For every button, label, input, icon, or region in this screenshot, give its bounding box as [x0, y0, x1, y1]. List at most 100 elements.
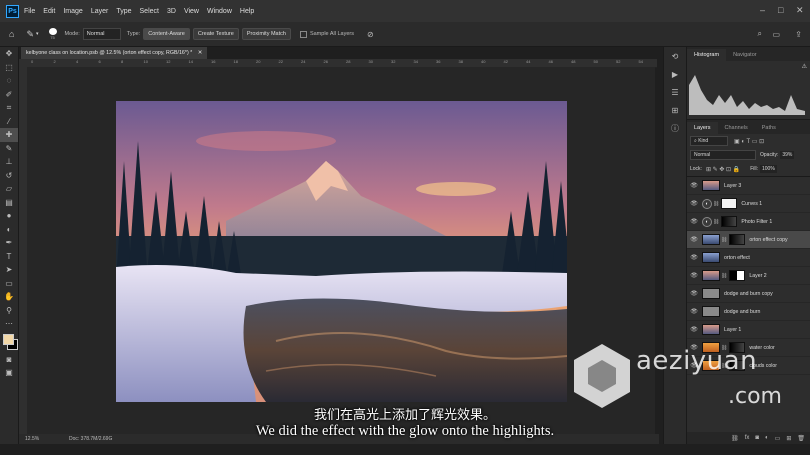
mask-link-icon[interactable]: ⛓	[713, 219, 719, 225]
histogram-warning-icon[interactable]: ⚠	[802, 63, 807, 70]
adjustment-layer-icon[interactable]: ◐	[702, 198, 712, 209]
workspace-icon[interactable]: ▭	[772, 30, 780, 39]
path-selection-tool-icon[interactable]: ➤	[0, 263, 18, 277]
blend-mode-select[interactable]: Normal	[690, 150, 756, 160]
tab-layers[interactable]: Layers	[687, 122, 718, 134]
layer-thumbnail[interactable]	[702, 324, 720, 335]
layer-thumbnail[interactable]	[702, 180, 720, 191]
type-tool-icon[interactable]: T	[0, 250, 18, 264]
menu-file[interactable]: File	[24, 8, 35, 15]
menu-type[interactable]: Type	[116, 8, 131, 15]
hand-tool-icon[interactable]: ✋	[0, 290, 18, 304]
layer-filter-select[interactable]: ⌕ Kind	[690, 136, 728, 146]
lock-icons[interactable]: ⊞ ✎ ✥ ⊡ 🔒	[706, 166, 740, 173]
layer-row[interactable]: 👁 dodge and burn	[687, 303, 810, 321]
type-create-texture-button[interactable]: Create Texture	[192, 28, 239, 40]
visibility-eye-icon[interactable]: 👁	[689, 254, 699, 261]
visibility-eye-icon[interactable]: 👁	[689, 308, 699, 315]
visibility-eye-icon[interactable]: 👁	[689, 200, 699, 207]
move-tool-icon[interactable]: ✥	[0, 47, 18, 61]
minimize-icon[interactable]: –	[760, 6, 768, 15]
layer-mask-thumbnail[interactable]	[729, 234, 746, 245]
add-mask-icon[interactable]: ◙	[755, 435, 759, 441]
menu-view[interactable]: View	[184, 8, 199, 15]
layer-thumbnail[interactable]	[702, 306, 720, 317]
layer-thumbnail[interactable]	[702, 288, 720, 299]
quick-selection-tool-icon[interactable]: ✐	[0, 88, 18, 102]
layer-row[interactable]: 👁 dodge and burn copy	[687, 285, 810, 303]
layer-mask-thumbnail[interactable]	[721, 216, 738, 227]
visibility-eye-icon[interactable]: 👁	[689, 326, 699, 333]
layer-thumbnail[interactable]	[702, 270, 720, 281]
sample-all-layers-checkbox[interactable]	[299, 30, 307, 38]
menu-layer[interactable]: Layer	[91, 8, 109, 15]
info-panel-icon[interactable]: ⓘ	[664, 119, 686, 137]
clone-stamp-tool-icon[interactable]: ⊥	[0, 155, 18, 169]
mask-link-icon[interactable]: ⛓	[713, 201, 719, 207]
lasso-tool-icon[interactable]: ◌	[0, 74, 18, 88]
history-brush-tool-icon[interactable]: ↺	[0, 169, 18, 183]
adjustment-layer-icon[interactable]: ◐	[702, 216, 712, 227]
brush-preset-picker[interactable]: 75	[47, 28, 59, 40]
fx-icon[interactable]: fx	[745, 435, 750, 441]
crop-tool-icon[interactable]: ⌗	[0, 101, 18, 115]
new-layer-icon[interactable]: ⊞	[786, 435, 791, 442]
eyedropper-tool-icon[interactable]: ⁄	[0, 115, 18, 129]
close-tab-icon[interactable]: ✕	[198, 50, 202, 56]
layer-thumbnail[interactable]	[702, 252, 720, 263]
layer-mask-thumbnail[interactable]	[729, 270, 746, 281]
tab-channels[interactable]: Channels	[718, 122, 755, 134]
layer-row[interactable]: 👁 ⛓ orton effect copy	[687, 231, 810, 249]
layer-row[interactable]: 👁 ⛓ Layer 2	[687, 267, 810, 285]
fill-value[interactable]: 100%	[759, 165, 777, 173]
document-image[interactable]	[116, 101, 567, 402]
foreground-color-swatch[interactable]	[3, 333, 14, 345]
more-tools-icon[interactable]: ⋯	[0, 317, 18, 331]
home-icon[interactable]: ⌂	[9, 29, 14, 39]
layer-row[interactable]: 👁 Layer 1	[687, 321, 810, 339]
link-layers-icon[interactable]: ⛓	[731, 435, 739, 442]
share-icon[interactable]: ⇪	[795, 30, 802, 39]
menu-edit[interactable]: Edit	[43, 8, 55, 15]
gradient-tool-icon[interactable]: ▤	[0, 196, 18, 210]
visibility-eye-icon[interactable]: 👁	[689, 218, 699, 225]
layer-row[interactable]: 👁 Layer 3	[687, 177, 810, 195]
color-swatches[interactable]	[0, 331, 18, 353]
mask-link-icon[interactable]: ⛓	[721, 273, 727, 279]
menu-3d[interactable]: 3D	[167, 8, 176, 15]
zoom-tool-icon[interactable]: ⚲	[0, 304, 18, 318]
visibility-eye-icon[interactable]: 👁	[689, 290, 699, 297]
layer-thumbnail[interactable]	[702, 234, 720, 245]
adjustments-panel-icon[interactable]: ☰	[664, 83, 686, 101]
actions-panel-icon[interactable]: ▶	[664, 65, 686, 83]
layer-row[interactable]: 👁 ◐ ⛓ Photo Filter 1	[687, 213, 810, 231]
delete-layer-icon[interactable]: 🗑	[797, 435, 805, 442]
quick-mask-icon[interactable]: ◙	[0, 353, 18, 367]
blur-tool-icon[interactable]: ●	[0, 209, 18, 223]
type-content-aware-button[interactable]: Content-Aware	[143, 28, 190, 40]
menu-image[interactable]: Image	[63, 8, 82, 15]
restore-icon[interactable]: □	[778, 6, 786, 15]
menu-window[interactable]: Window	[207, 8, 232, 15]
visibility-eye-icon[interactable]: 👁	[689, 236, 699, 243]
menu-help[interactable]: Help	[240, 8, 254, 15]
close-icon[interactable]: ✕	[796, 6, 804, 15]
tab-paths[interactable]: Paths	[755, 122, 783, 134]
layer-row[interactable]: 👁 ◐ ⛓ Curves 1	[687, 195, 810, 213]
pressure-icon[interactable]: ⊘	[367, 30, 374, 39]
screen-mode-icon[interactable]: ▣	[0, 366, 18, 380]
new-adjustment-icon[interactable]: ◐	[765, 435, 769, 441]
tab-navigator[interactable]: Navigator	[726, 49, 764, 61]
dropdown-arrow-icon[interactable]: ▾	[36, 31, 39, 37]
opacity-value[interactable]: 39%	[780, 151, 795, 159]
type-proximity-match-button[interactable]: Proximity Match	[241, 28, 291, 40]
marquee-tool-icon[interactable]: ⬚	[0, 61, 18, 75]
document-tab[interactable]: kelbyone class on location.psb @ 12.5% (…	[21, 47, 208, 59]
mode-select[interactable]: Normal	[82, 28, 121, 40]
layer-row[interactable]: 👁 orton effect	[687, 249, 810, 267]
tab-histogram[interactable]: Histogram	[687, 49, 727, 61]
eraser-tool-icon[interactable]: ▱	[0, 182, 18, 196]
new-group-icon[interactable]: ▭	[775, 435, 781, 442]
menu-select[interactable]: Select	[140, 8, 159, 15]
filter-icons[interactable]: ▣ ◐ T ▭ ⊡	[734, 138, 764, 145]
